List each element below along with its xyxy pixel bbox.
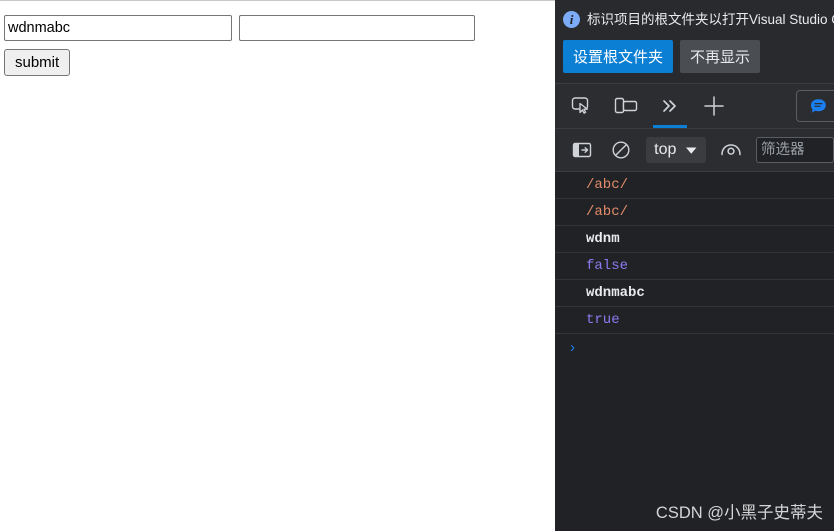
console-value: wdnm [586, 231, 620, 247]
info-icon: i [563, 11, 580, 28]
console-row[interactable]: /abc/ [555, 172, 834, 199]
web-page-viewport: submit [0, 0, 555, 531]
console-filter-input[interactable] [755, 137, 834, 163]
browser-window: submit i 标识项目的根文件夹以打开Visual Studio Code中… [0, 0, 834, 531]
execution-context-value: top [654, 141, 677, 158]
text-input-two[interactable] [239, 15, 475, 41]
console-row[interactable]: /abc/ [555, 199, 834, 226]
dont-show-again-button[interactable]: 不再显示 [680, 40, 761, 73]
more-tabs-chevrons-icon[interactable] [653, 89, 687, 128]
inspect-element-icon[interactable] [565, 89, 599, 123]
console-value: /abc/ [586, 204, 629, 220]
device-toolbar-icon[interactable] [609, 89, 643, 123]
devtools-main-toolbar [555, 84, 834, 129]
submit-button[interactable]: submit [4, 49, 71, 76]
console-row[interactable]: wdnm [555, 226, 834, 253]
console-row[interactable]: false [555, 253, 834, 280]
notification-actions: 设置根文件夹 不再显示 [563, 40, 834, 73]
text-input-one[interactable] [4, 15, 232, 41]
console-value: true [586, 312, 620, 328]
console-value: false [586, 258, 629, 274]
clear-console-icon[interactable] [607, 133, 637, 167]
devtools-notification-banner: i 标识项目的根文件夹以打开Visual Studio Code中的源文件并同步… [555, 0, 834, 84]
notification-message: 标识项目的根文件夹以打开Visual Studio Code中的源文件并同步更 [587, 12, 834, 27]
ai-chat-bubble-icon[interactable] [796, 90, 834, 122]
notification-content: i 标识项目的根文件夹以打开Visual Studio Code中的源文件并同步… [563, 9, 834, 30]
chevron-down-icon [686, 147, 697, 154]
console-input-prompt[interactable]: › [555, 334, 834, 361]
console-filter-toolbar: top [555, 129, 834, 172]
console-value: wdnmabc [586, 285, 645, 301]
devtools-panel: i 标识项目的根文件夹以打开Visual Studio Code中的源文件并同步… [555, 0, 834, 531]
plus-icon[interactable] [697, 89, 731, 123]
console-message-list[interactable]: /abc/ /abc/ wdnm false wdnmabc true › CS… [555, 172, 834, 531]
csdn-watermark: CSDN @小黑子史蒂夫 [655, 504, 823, 522]
console-row[interactable]: wdnmabc [555, 280, 834, 307]
input-row [4, 15, 475, 41]
console-value: /abc/ [586, 177, 629, 193]
live-expression-eye-icon[interactable] [716, 133, 746, 167]
set-root-folder-button[interactable]: 设置根文件夹 [563, 40, 674, 73]
execution-context-dropdown[interactable]: top [646, 137, 707, 163]
prompt-chevron-icon: › [570, 339, 575, 356]
console-sidebar-icon[interactable] [567, 133, 597, 167]
console-row[interactable]: true [555, 307, 834, 334]
